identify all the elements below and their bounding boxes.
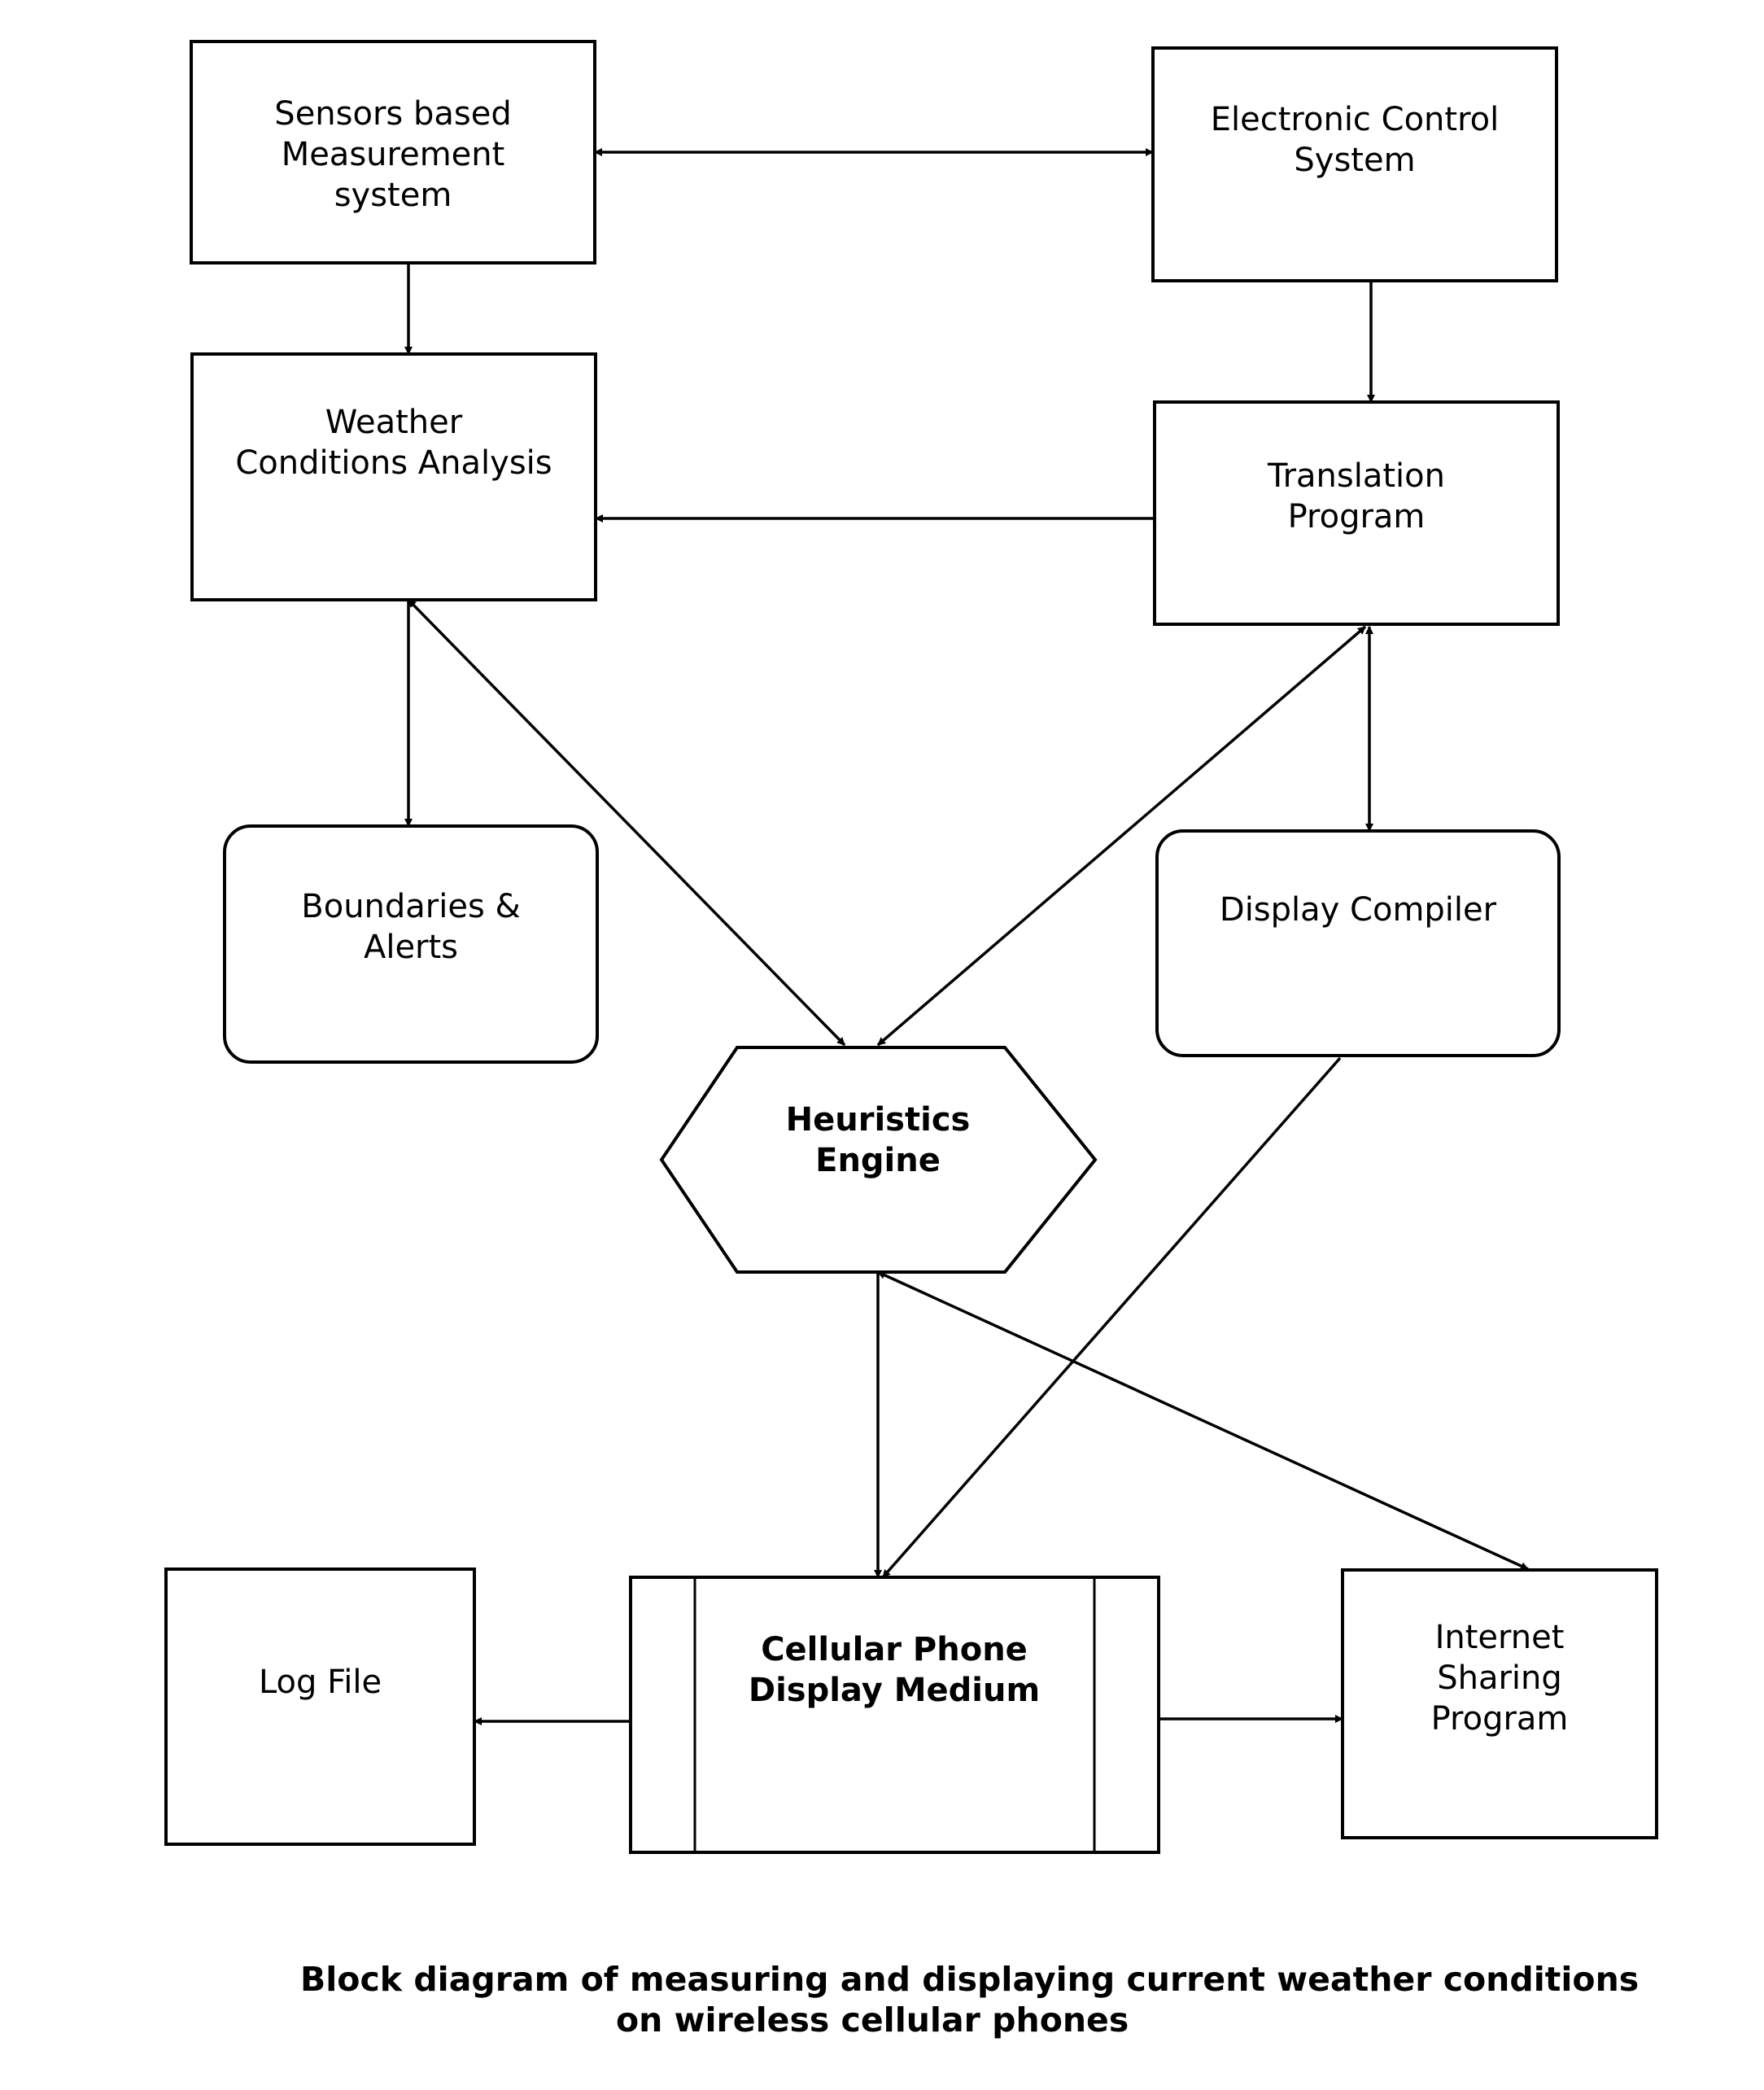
node-label-line: Weather xyxy=(325,404,463,441)
node-label-line: Translation xyxy=(1267,457,1445,495)
box-shape xyxy=(164,1568,476,1846)
node-label-line: Engine xyxy=(815,1142,941,1179)
node-display-compiler: Display Compiler xyxy=(1155,829,1561,1057)
node-electronic: Electronic Control System xyxy=(1151,46,1558,282)
caption-line-2: on wireless cellular phones xyxy=(616,2000,1129,2040)
node-label-line: system xyxy=(334,177,452,214)
node-label-line: Cellular Phone xyxy=(761,1631,1028,1668)
node-label-line: Measurement xyxy=(282,136,505,173)
node-label-line: Internet xyxy=(1435,1619,1565,1656)
block-diagram: Sensors basedMeasurement system Electronic… xyxy=(164,40,1658,2040)
node-label-line: Electronic Control xyxy=(1211,101,1499,138)
edge-heuristics-to-internet xyxy=(877,1270,1529,1571)
node-translation: TranslationProgram xyxy=(1153,400,1560,626)
node-label-line: Alerts xyxy=(364,929,458,966)
node-log-file: Log File xyxy=(164,1568,476,1846)
node-cellular: Cellular Phone Display Medium xyxy=(629,1576,1160,1854)
node-internet: InternetSharingProgram xyxy=(1341,1568,1658,1839)
node-label-line: Display Medium xyxy=(749,1672,1040,1709)
caption: Block diagram of measuring and displayin… xyxy=(300,1960,1639,2040)
node-label-line: System xyxy=(1294,142,1415,179)
nodes-layer: Sensors basedMeasurement system Electronic… xyxy=(164,40,1658,1854)
node-heuristics: HeuristicsEngine xyxy=(659,1046,1098,1274)
caption-line-1: Block diagram of measuring and displayin… xyxy=(300,1960,1639,1999)
node-label-line: Heuristics xyxy=(786,1101,971,1139)
rounded-box-shape xyxy=(1155,829,1561,1057)
node-weather: WeatherConditions Analysis xyxy=(190,352,597,601)
node-boundaries: Boundaries & Alerts xyxy=(223,824,599,1064)
node-label-line: Sharing xyxy=(1437,1659,1562,1697)
node-label-line: Conditions Analysis xyxy=(235,444,552,482)
node-label-line: Boundaries & xyxy=(301,888,520,925)
node-label-line: Program xyxy=(1431,1700,1569,1738)
box-shape xyxy=(629,1576,1160,1854)
node-label-line: Display Compiler xyxy=(1220,891,1497,929)
node-label-line: Sensors based xyxy=(274,95,511,133)
node-label-line: Program xyxy=(1288,498,1426,536)
node-sensors: Sensors basedMeasurement system xyxy=(190,40,596,265)
node-label-line: Log File xyxy=(259,1664,382,1701)
